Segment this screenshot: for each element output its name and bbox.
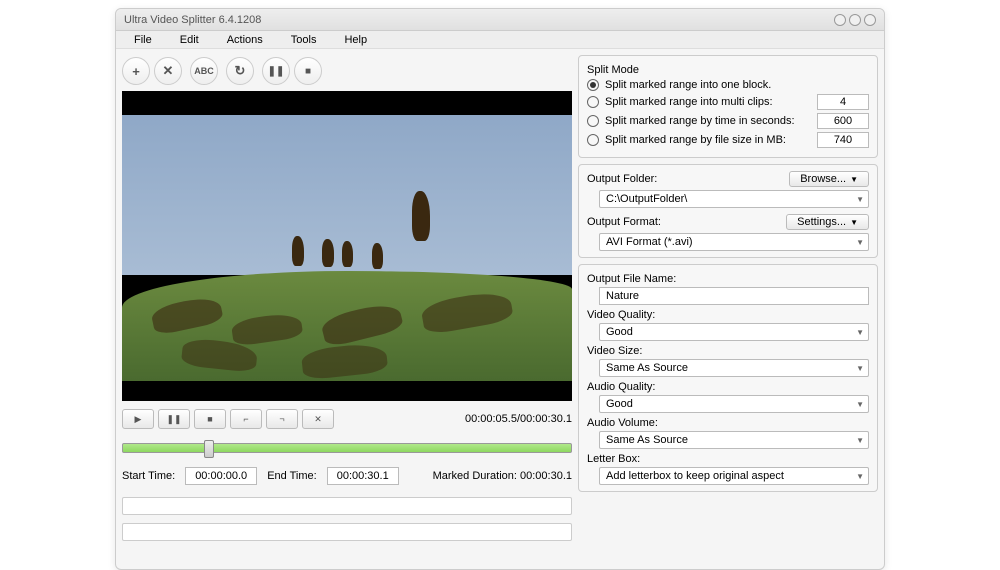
- slider-thumb[interactable]: [204, 440, 214, 458]
- chevron-down-icon: ▼: [850, 218, 858, 227]
- video-size-label: Video Size:: [587, 345, 869, 357]
- titlebar: Ultra Video Splitter 6.4.1208: [116, 9, 884, 31]
- file-name-input[interactable]: [599, 287, 869, 305]
- video-quality-combo[interactable]: Good▼: [599, 323, 869, 341]
- chevron-down-icon: ▼: [856, 400, 864, 409]
- time-row: Start Time: End Time: Marked Duration: 0…: [122, 463, 572, 489]
- menubar: File Edit Actions Tools Help: [116, 31, 884, 49]
- close-button[interactable]: [864, 14, 876, 26]
- settings-panel: Output File Name: Video Quality: Good▼ V…: [578, 264, 878, 492]
- minimize-button[interactable]: [834, 14, 846, 26]
- split-multi-clips-input[interactable]: [817, 94, 869, 110]
- split-by-time-input[interactable]: [817, 113, 869, 129]
- split-multi-clips-radio[interactable]: [587, 96, 599, 108]
- audio-volume-combo[interactable]: Same As Source▼: [599, 431, 869, 449]
- split-one-block-radio[interactable]: [587, 79, 599, 91]
- video-quality-label: Video Quality:: [587, 309, 869, 321]
- split-by-time-label: Split marked range by time in seconds:: [605, 115, 811, 127]
- split-multi-clips-label: Split marked range into multi clips:: [605, 96, 811, 108]
- window-controls: [834, 14, 876, 26]
- progress-bar-2: [122, 523, 572, 541]
- stop-button[interactable]: ■: [194, 409, 226, 429]
- letterbox-combo[interactable]: Add letterbox to keep original aspect▼: [599, 467, 869, 485]
- letterbox-label: Letter Box:: [587, 453, 869, 465]
- chevron-down-icon: ▼: [856, 436, 864, 445]
- end-time-input[interactable]: [327, 467, 399, 485]
- main-toolbar: + ✕ ABC ↻ ❚❚ ■: [122, 55, 572, 87]
- refresh-button[interactable]: ↻: [226, 57, 254, 85]
- add-button[interactable]: +: [122, 57, 150, 85]
- menu-actions[interactable]: Actions: [213, 32, 277, 48]
- split-by-size-label: Split marked range by file size in MB:: [605, 134, 811, 146]
- split-mode-title: Split Mode: [587, 64, 869, 76]
- mark-out-button[interactable]: ¬: [266, 409, 298, 429]
- abc-button[interactable]: ABC: [190, 57, 218, 85]
- maximize-button[interactable]: [849, 14, 861, 26]
- playback-bar: ▶ ❚❚ ■ ⌐ ¬ ✕ 00:00:05.5/00:00:30.1: [122, 405, 572, 433]
- window-title: Ultra Video Splitter 6.4.1208: [124, 14, 261, 26]
- split-by-size-radio[interactable]: [587, 134, 599, 146]
- split-by-size-input[interactable]: [817, 132, 869, 148]
- position-slider[interactable]: [122, 443, 572, 453]
- chevron-down-icon: ▼: [856, 195, 864, 204]
- start-time-label: Start Time:: [122, 470, 175, 482]
- file-name-label: Output File Name:: [587, 273, 869, 285]
- left-pane: + ✕ ABC ↻ ❚❚ ■: [122, 55, 572, 563]
- audio-volume-label: Audio Volume:: [587, 417, 869, 429]
- clear-marks-button[interactable]: ✕: [302, 409, 334, 429]
- split-one-block-label: Split marked range into one block.: [605, 79, 869, 91]
- menu-tools[interactable]: Tools: [277, 32, 331, 48]
- pause-button[interactable]: ❚❚: [158, 409, 190, 429]
- output-folder-label: Output Folder:: [587, 173, 657, 185]
- output-format-combo[interactable]: AVI Format (*.avi) ▼: [599, 233, 869, 251]
- chevron-down-icon: ▼: [856, 472, 864, 481]
- time-display: 00:00:05.5/00:00:30.1: [465, 413, 572, 425]
- audio-quality-combo[interactable]: Good▼: [599, 395, 869, 413]
- split-mode-panel: Split Mode Split marked range into one b…: [578, 55, 878, 158]
- chevron-down-icon: ▼: [850, 175, 858, 184]
- video-preview[interactable]: [122, 91, 572, 401]
- audio-quality-label: Audio Quality:: [587, 381, 869, 393]
- settings-button[interactable]: Settings...▼: [786, 214, 869, 230]
- output-format-label: Output Format:: [587, 216, 661, 228]
- play-button[interactable]: ▶: [122, 409, 154, 429]
- marked-duration: Marked Duration: 00:00:30.1: [433, 470, 572, 482]
- progress-bar: [122, 497, 572, 515]
- menu-help[interactable]: Help: [330, 32, 381, 48]
- remove-button[interactable]: ✕: [154, 57, 182, 85]
- stop-job-button[interactable]: ■: [294, 57, 322, 85]
- menu-edit[interactable]: Edit: [166, 32, 213, 48]
- chevron-down-icon: ▼: [856, 364, 864, 373]
- chevron-down-icon: ▼: [856, 328, 864, 337]
- end-time-label: End Time:: [267, 470, 317, 482]
- app-window: Ultra Video Splitter 6.4.1208 File Edit …: [115, 8, 885, 570]
- start-time-input[interactable]: [185, 467, 257, 485]
- right-pane: Split Mode Split marked range into one b…: [578, 55, 878, 563]
- split-by-time-radio[interactable]: [587, 115, 599, 127]
- output-folder-combo[interactable]: C:\OutputFolder\ ▼: [599, 190, 869, 208]
- menu-file[interactable]: File: [120, 32, 166, 48]
- output-panel: Output Folder: Browse...▼ C:\OutputFolde…: [578, 164, 878, 258]
- browse-button[interactable]: Browse...▼: [789, 171, 869, 187]
- video-size-combo[interactable]: Same As Source▼: [599, 359, 869, 377]
- chevron-down-icon: ▼: [856, 238, 864, 247]
- pause-job-button[interactable]: ❚❚: [262, 57, 290, 85]
- mark-in-button[interactable]: ⌐: [230, 409, 262, 429]
